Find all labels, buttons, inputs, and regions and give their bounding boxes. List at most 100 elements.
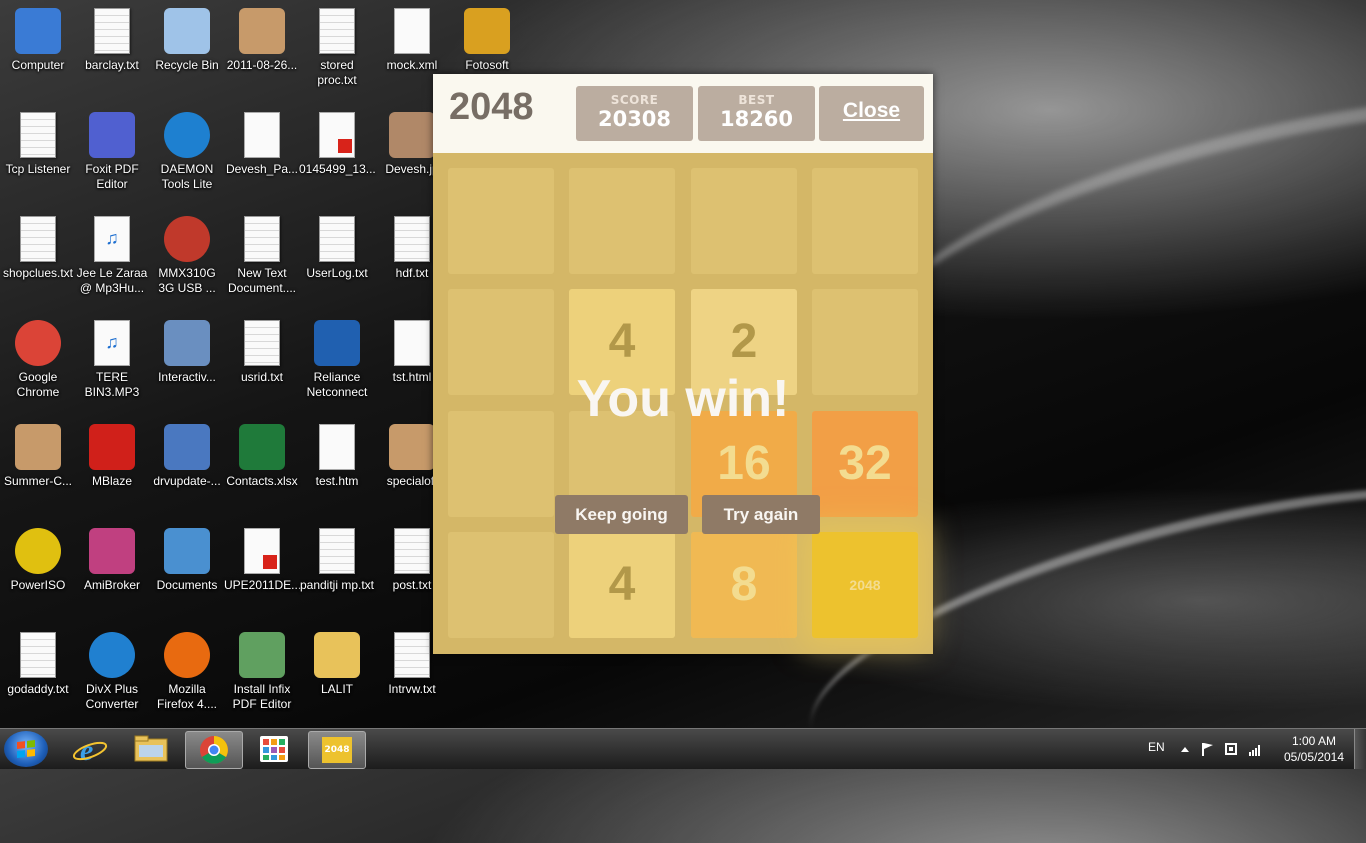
desktop-icon[interactable]: New Text Document.... xyxy=(224,216,300,296)
desktop-icon[interactable]: Install Infix PDF Editor xyxy=(224,632,300,712)
desktop-icon[interactable]: MBlaze xyxy=(74,424,150,489)
start-button[interactable] xyxy=(4,731,48,767)
desktop-icon[interactable]: Reliance Netconnect xyxy=(299,320,375,400)
desktop-icon[interactable]: Foxit PDF Editor xyxy=(74,112,150,192)
text-file-icon xyxy=(394,528,430,574)
desktop-icon[interactable]: ♫ Jee Le Zaraa @ Mp3Hu... xyxy=(74,216,150,296)
chrome-taskbar-button[interactable] xyxy=(185,731,243,769)
desktop-icon-label: Foxit PDF Editor xyxy=(85,162,139,191)
desktop-icon-label: TERE BIN3.MP3 xyxy=(84,370,140,399)
show-hidden-icons-icon[interactable] xyxy=(1178,741,1192,755)
html-file-icon xyxy=(394,320,430,366)
try-again-button[interactable]: Try again xyxy=(702,495,820,534)
show-desktop-button[interactable] xyxy=(1354,729,1366,769)
desktop-icon[interactable]: Tcp Listener xyxy=(0,112,76,177)
desktop-icon[interactable]: PowerISO xyxy=(0,528,76,593)
desktop-icon-label: UserLog.txt xyxy=(306,266,368,280)
text-file-icon xyxy=(20,216,56,262)
best-label: BEST xyxy=(738,93,775,107)
image-file-icon xyxy=(15,424,61,470)
pdf-file-icon xyxy=(244,528,280,574)
chrome-icon xyxy=(200,736,228,764)
keep-going-button[interactable]: Keep going xyxy=(555,495,688,534)
clock-time: 1:00 AM xyxy=(1291,734,1337,748)
text-file-icon xyxy=(319,528,355,574)
desktop-icon[interactable]: Google Chrome xyxy=(0,320,76,400)
network-device-icon[interactable] xyxy=(1224,741,1238,755)
desktop-icon[interactable]: ♫ TERE BIN3.MP3 xyxy=(74,320,150,400)
driver-update-icon xyxy=(164,424,210,470)
image-file-icon xyxy=(239,8,285,54)
mblaze-icon xyxy=(89,424,135,470)
amibroker-icon xyxy=(89,528,135,574)
desktop-icon[interactable]: godaddy.txt xyxy=(0,632,76,697)
desktop-icon-label: mock.xml xyxy=(386,58,438,72)
desktop-icon-label: Devesh_Pa... xyxy=(225,162,299,176)
2048-taskbar-button[interactable]: 2048 xyxy=(308,731,366,769)
pdf-file-icon xyxy=(319,112,355,158)
foxit-icon xyxy=(89,112,135,158)
file-explorer-taskbar-button[interactable] xyxy=(123,731,179,767)
score-box: SCORE 20308 xyxy=(576,86,693,141)
desktop-icon[interactable]: drvupdate-... xyxy=(149,424,225,489)
language-indicator[interactable]: EN xyxy=(1148,740,1165,754)
desktop-icon[interactable]: shopclues.txt xyxy=(0,216,76,281)
desktop-icon-label: shopclues.txt xyxy=(2,266,74,280)
desktop-icon[interactable]: Contacts.xlsx xyxy=(224,424,300,489)
apps-taskbar-button[interactable] xyxy=(246,731,302,767)
desktop-icon[interactable]: usrid.txt xyxy=(224,320,300,385)
desktop-icon[interactable]: UPE2011DE... xyxy=(224,528,301,593)
desktop-icon[interactable]: Mozilla Firefox 4.... xyxy=(149,632,225,712)
apps-grid-icon xyxy=(260,736,288,762)
desktop-icon-label: DAEMON Tools Lite xyxy=(160,162,214,191)
close-button[interactable]: Close xyxy=(819,86,924,141)
desktop-icon[interactable]: LALIT xyxy=(299,632,375,697)
desktop-icon-label: MBlaze xyxy=(91,474,132,488)
mmx-icon xyxy=(164,216,210,262)
best-value: 18260 xyxy=(719,107,794,131)
desktop-icon-label: Interactiv... xyxy=(158,370,216,384)
action-center-flag-icon[interactable] xyxy=(1200,741,1214,756)
desktop-icon[interactable]: Documents xyxy=(149,528,225,593)
score-value: 20308 xyxy=(597,107,672,131)
desktop-icon[interactable]: DAEMON Tools Lite xyxy=(149,112,225,192)
desktop-icon[interactable]: test.htm xyxy=(299,424,375,489)
text-file-icon xyxy=(319,216,355,262)
desktop-icon-label: Reliance Netconnect xyxy=(306,370,368,399)
folder-icon xyxy=(314,632,360,678)
desktop-icon-label: 0145499_13... xyxy=(299,162,376,176)
desktop-icon[interactable]: AmiBroker xyxy=(74,528,150,593)
desktop-icon[interactable]: DivX Plus Converter xyxy=(74,632,150,712)
desktop-icon[interactable]: panditji mp.txt xyxy=(299,528,375,593)
desktop-icon[interactable]: Recycle Bin xyxy=(149,8,225,73)
text-file-icon xyxy=(94,8,130,54)
text-file-icon xyxy=(20,632,56,678)
desktop-icon[interactable]: Fotosoft xyxy=(449,8,525,73)
desktop-icon[interactable]: Interactiv... xyxy=(149,320,225,385)
daemon-tools-icon xyxy=(164,112,210,158)
desktop-icon[interactable]: Computer xyxy=(0,8,76,73)
desktop-icon-label: MMX310G 3G USB ... xyxy=(158,266,216,295)
desktop-icon[interactable]: Devesh_Pa... xyxy=(224,112,300,177)
desktop-icon-label: panditji mp.txt xyxy=(299,578,375,592)
desktop-icon[interactable]: barclay.txt xyxy=(74,8,150,73)
desktop-icon[interactable]: UserLog.txt xyxy=(299,216,375,281)
windows-logo-icon xyxy=(17,740,35,758)
text-file-icon xyxy=(319,8,355,54)
desktop-icon-label: AmiBroker xyxy=(83,578,140,592)
desktop-icon-label: Tcp Listener xyxy=(5,162,71,176)
clock[interactable]: 1:00 AM 05/05/2014 xyxy=(1282,734,1346,764)
xml-file-icon xyxy=(394,8,430,54)
desktop-icon[interactable]: 0145499_13... xyxy=(299,112,376,177)
svg-text:e: e xyxy=(80,734,93,767)
desktop-icon[interactable]: MMX310G 3G USB ... xyxy=(149,216,225,296)
internet-explorer-taskbar-button[interactable]: e xyxy=(62,731,118,767)
signal-strength-icon[interactable] xyxy=(1248,741,1262,756)
desktop-icon[interactable]: Summer-C... xyxy=(0,424,76,489)
desktop-icon-label: DivX Plus Converter xyxy=(85,682,139,711)
desktop-icon[interactable]: stored proc.txt xyxy=(299,8,375,88)
desktop-icon[interactable]: 2011-08-26... xyxy=(224,8,300,73)
desktop-icon-label: drvupdate-... xyxy=(153,474,221,488)
desktop-icon[interactable]: mock.xml xyxy=(374,8,450,73)
desktop-icon-label: Recycle Bin xyxy=(155,58,219,72)
